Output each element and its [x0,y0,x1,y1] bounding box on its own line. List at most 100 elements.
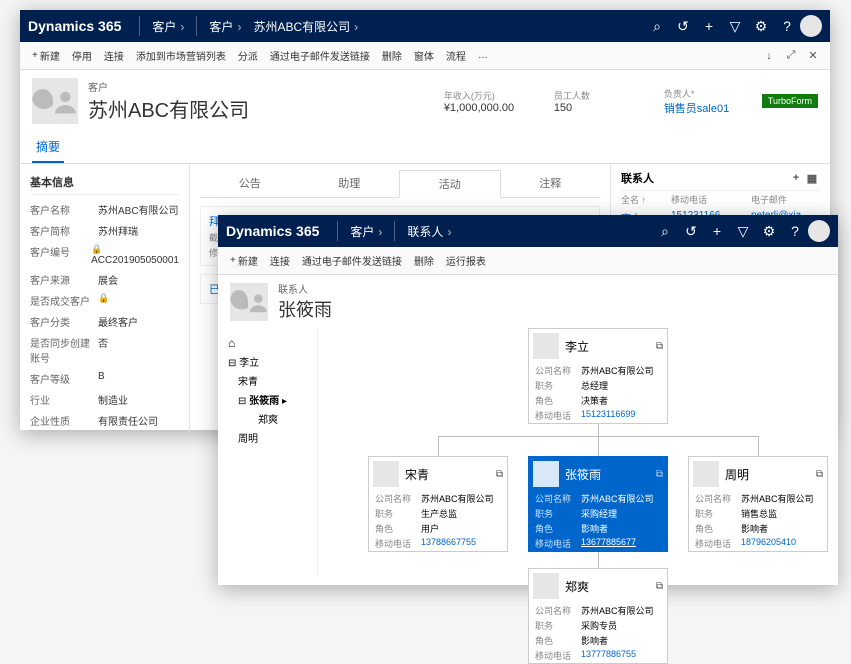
form-tabs: 摘要 [20,132,830,164]
tree-node[interactable]: 郑爽 [224,409,311,428]
cmd-delete[interactable]: 删除 [376,48,408,63]
field-row: 是否成交客户🔒 [30,290,179,311]
cmd-new[interactable]: 新建 [26,48,66,63]
fld-label: 公司名称 [695,492,741,505]
fld-label: 职务 [375,507,421,520]
fld-label: 职务 [535,507,581,520]
settings-icon[interactable]: ⚙ [748,18,774,35]
fld-value[interactable]: 13677885677 [581,537,661,550]
fld-label: 公司名称 [535,364,581,377]
cmd-deactivate[interactable]: 停用 [66,48,98,63]
kpi-value[interactable]: 销售员sale01 [664,100,754,116]
tab-summary[interactable]: 摘要 [32,132,64,163]
user-avatar[interactable] [808,220,830,242]
field-value[interactable]: 制造业 [98,392,179,407]
nav-down-icon[interactable]: ↓ [758,50,780,62]
cmd-form[interactable]: 窗体 [408,48,440,63]
fld-value: 苏州ABC有限公司 [421,492,501,505]
popout-icon[interactable]: ⧉ [656,341,663,352]
nav-area[interactable]: 联系人 [401,223,457,240]
help-icon[interactable]: ? [782,223,808,239]
col-name[interactable]: 全名 ↑ [621,193,671,206]
field-value[interactable]: 展会 [98,272,179,287]
tab-activity[interactable]: 活动 [399,170,501,198]
fld-value[interactable]: 13777886755 [581,649,661,662]
popout-icon[interactable]: ⧉ [496,469,503,480]
col-phone[interactable]: 移动电话 [671,193,751,206]
fld-value: 苏州ABC有限公司 [581,364,661,377]
org-card-li[interactable]: 李立⧉ 公司名称苏州ABC有限公司 职务总经理 角色决策者 移动电话151231… [528,328,668,424]
cmd-more[interactable]: … [472,50,494,61]
settings-icon[interactable]: ⚙ [756,223,782,240]
add-icon[interactable]: + [704,223,730,239]
popout-icon[interactable]: ⧉ [656,469,663,480]
fld-value: 苏州ABC有限公司 [741,492,821,505]
cmd-assign[interactable]: 分派 [232,48,264,63]
cmd-new[interactable]: 新建 [224,253,264,268]
org-chart: 李立⧉ 公司名称苏州ABC有限公司 职务总经理 角色决策者 移动电话151231… [318,328,838,576]
nav-module[interactable]: 客户 [344,223,388,240]
org-card-zhang[interactable]: 张筱雨⧉ 公司名称苏州ABC有限公司 职务采购经理 角色影响者 移动电话1367… [528,456,668,552]
help-icon[interactable]: ? [774,18,800,34]
popout-icon[interactable]: ⧉ [656,581,663,592]
field-value[interactable]: 有限责任公司 [98,413,179,428]
field-value[interactable]: 最终客户 [98,314,179,329]
field-label: 客户简称 [30,223,98,238]
tree-node[interactable]: 周明 [224,428,311,447]
user-avatar[interactable] [800,15,822,37]
field-value[interactable]: B [98,371,179,386]
field-value[interactable]: 苏州ABC有限公司 [98,202,179,217]
fld-value[interactable]: 13788667755 [421,537,501,550]
search-icon[interactable]: ⌕ [644,18,670,35]
fld-value[interactable]: 18796205410 [741,537,821,550]
cmd-flow[interactable]: 流程 [440,48,472,63]
card-avatar [533,461,559,487]
title-block: 客户 苏州ABC有限公司 [88,79,249,123]
tree-node[interactable]: ⊟ 张筱雨 ▸ [224,390,311,409]
cmd-emaillink[interactable]: 通过电子邮件发送链接 [296,253,408,268]
history-icon[interactable]: ↺ [670,18,696,35]
kpi-owner: 负责人* 销售员sale01 [664,87,754,116]
tab-assistant[interactable]: 助理 [300,170,400,197]
command-bar: 新建 停用 连接 添加到市场营销列表 分派 通过电子邮件发送链接 删除 窗体 流… [20,42,830,70]
home-icon[interactable]: ⌂ [224,334,311,352]
grid-icon[interactable]: ▦ [804,172,820,185]
card-name: 李立 [565,338,589,355]
nav-record[interactable]: 苏州ABC有限公司 [247,18,364,35]
org-card-zhou[interactable]: 周明⧉ 公司名称苏州ABC有限公司 职务销售总监 角色影响者 移动电话18796… [688,456,828,552]
tree-node[interactable]: 宋青 [224,371,311,390]
col-email[interactable]: 电子邮件 [751,193,787,206]
field-value[interactable]: 否 [98,335,179,365]
tab-post[interactable]: 公告 [200,170,300,197]
cmd-delete[interactable]: 删除 [408,253,440,268]
field-value[interactable]: 苏州拜瑞 [98,223,179,238]
nav-area[interactable]: 客户 [203,18,247,35]
expand-icon[interactable]: ⤢ [780,49,802,62]
nav-module[interactable]: 客户 [146,18,190,35]
org-card-zheng[interactable]: 郑爽⧉ 公司名称苏州ABC有限公司 职务采购专员 角色影响者 移动电话13777… [528,568,668,664]
popout-icon[interactable]: ⧉ [816,469,823,480]
cmd-connect[interactable]: 连接 [264,253,296,268]
record-type: 联系人 [278,281,332,296]
fld-label: 移动电话 [535,649,581,662]
search-icon[interactable]: ⌕ [652,223,678,240]
tab-notes[interactable]: 注释 [501,170,601,197]
close-icon[interactable]: ✕ [802,49,824,62]
cmd-marketing[interactable]: 添加到市场营销列表 [130,48,232,63]
filter-icon[interactable]: ▽ [730,223,756,240]
node-label: 张筱雨 [249,396,279,407]
tree-node[interactable]: ⊟ 李立 [224,352,311,371]
topbar: Dynamics 365 客户 联系人 ⌕ ↺ + ▽ ⚙ ? [218,215,838,247]
history-icon[interactable]: ↺ [678,223,704,240]
field-row: 客户简称苏州拜瑞 [30,220,179,241]
add-contact-icon[interactable]: + [788,172,804,184]
fld-value[interactable]: 15123116699 [581,409,661,422]
cmd-connect[interactable]: 连接 [98,48,130,63]
filter-icon[interactable]: ▽ [722,18,748,35]
cmd-emaillink[interactable]: 通过电子邮件发送链接 [264,48,376,63]
field-row: 客户编号🔒ACC201905050001 [30,241,179,269]
kpi-label: 员工人数 [554,89,644,102]
cmd-report[interactable]: 运行报表 [440,253,492,268]
org-card-song[interactable]: 宋青⧉ 公司名称苏州ABC有限公司 职务生产总监 角色用户 移动电话137886… [368,456,508,552]
add-icon[interactable]: + [696,18,722,34]
